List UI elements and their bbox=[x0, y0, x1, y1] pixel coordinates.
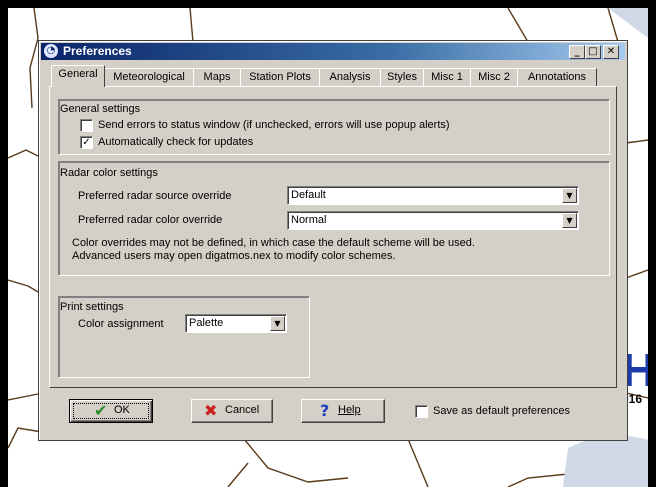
tab-annotations[interactable]: Annotations bbox=[517, 68, 597, 87]
color-assignment-value: Palette bbox=[189, 317, 224, 329]
radar-source-label: Preferred radar source override bbox=[78, 190, 232, 202]
preferences-dialog: ◔ Preferences _ □ ✕ General Meteorologic… bbox=[38, 40, 628, 441]
auto-update-label: Automatically check for updates bbox=[98, 136, 254, 148]
tab-styles[interactable]: Styles bbox=[380, 68, 424, 87]
chevron-down-icon[interactable]: ▼ bbox=[562, 188, 577, 203]
general-tab-panel: General settings Send errors to status w… bbox=[49, 86, 617, 388]
tab-misc-2[interactable]: Misc 2 bbox=[470, 68, 518, 87]
radar-color-value: Normal bbox=[291, 214, 327, 226]
app-icon: ◔ bbox=[44, 44, 58, 58]
radar-source-dropdown[interactable]: Default ▼ bbox=[287, 186, 579, 205]
radar-source-value: Default bbox=[291, 189, 326, 201]
send-errors-checkbox[interactable] bbox=[80, 119, 93, 132]
tab-maps[interactable]: Maps bbox=[193, 68, 241, 87]
cancel-button[interactable]: ✖ Cancel bbox=[191, 399, 273, 423]
close-button[interactable]: ✕ bbox=[603, 45, 619, 59]
tab-general[interactable]: General bbox=[51, 65, 105, 87]
tab-strip: General Meteorological Maps Station Plot… bbox=[51, 65, 611, 87]
question-icon: ? bbox=[320, 401, 330, 420]
tab-analysis[interactable]: Analysis bbox=[319, 68, 381, 87]
chevron-down-icon[interactable]: ▼ bbox=[562, 213, 577, 228]
tab-station-plots[interactable]: Station Plots bbox=[240, 68, 320, 87]
color-assignment-dropdown[interactable]: Palette ▼ bbox=[185, 314, 287, 333]
tab-meteorological[interactable]: Meteorological bbox=[104, 68, 194, 87]
help-button[interactable]: ? Help bbox=[301, 399, 385, 423]
color-assignment-label: Color assignment bbox=[78, 318, 164, 330]
radar-color-label: Preferred radar color override bbox=[78, 214, 223, 226]
radar-color-dropdown[interactable]: Normal ▼ bbox=[287, 211, 579, 230]
tab-misc-1[interactable]: Misc 1 bbox=[423, 68, 471, 87]
focus-rect bbox=[73, 403, 149, 419]
print-settings-label: Print settings bbox=[60, 301, 124, 313]
send-errors-label: Send errors to status window (if uncheck… bbox=[98, 119, 450, 131]
dialog-title: Preferences bbox=[63, 44, 132, 58]
radar-note-line-2: Advanced users may open digatmos.nex to … bbox=[72, 250, 396, 262]
maximize-button[interactable]: □ bbox=[585, 45, 601, 59]
cancel-label: Cancel bbox=[225, 404, 260, 416]
help-label: Help bbox=[338, 404, 361, 416]
auto-update-checkbox[interactable]: ✓ bbox=[80, 136, 93, 149]
radar-settings-label: Radar color settings bbox=[60, 167, 158, 179]
chevron-down-icon[interactable]: ▼ bbox=[270, 316, 285, 331]
general-settings-label: General settings bbox=[60, 103, 141, 115]
title-bar[interactable]: ◔ Preferences _ □ ✕ bbox=[41, 43, 625, 60]
ok-button[interactable]: ✔ OK bbox=[69, 399, 153, 423]
save-default-checkbox[interactable] bbox=[415, 405, 428, 418]
save-default-label: Save as default preferences bbox=[433, 405, 570, 417]
radar-note-line-1: Color overrides may not be defined, in w… bbox=[72, 237, 475, 249]
x-icon: ✖ bbox=[204, 401, 218, 420]
minimize-button[interactable]: _ bbox=[569, 45, 585, 59]
